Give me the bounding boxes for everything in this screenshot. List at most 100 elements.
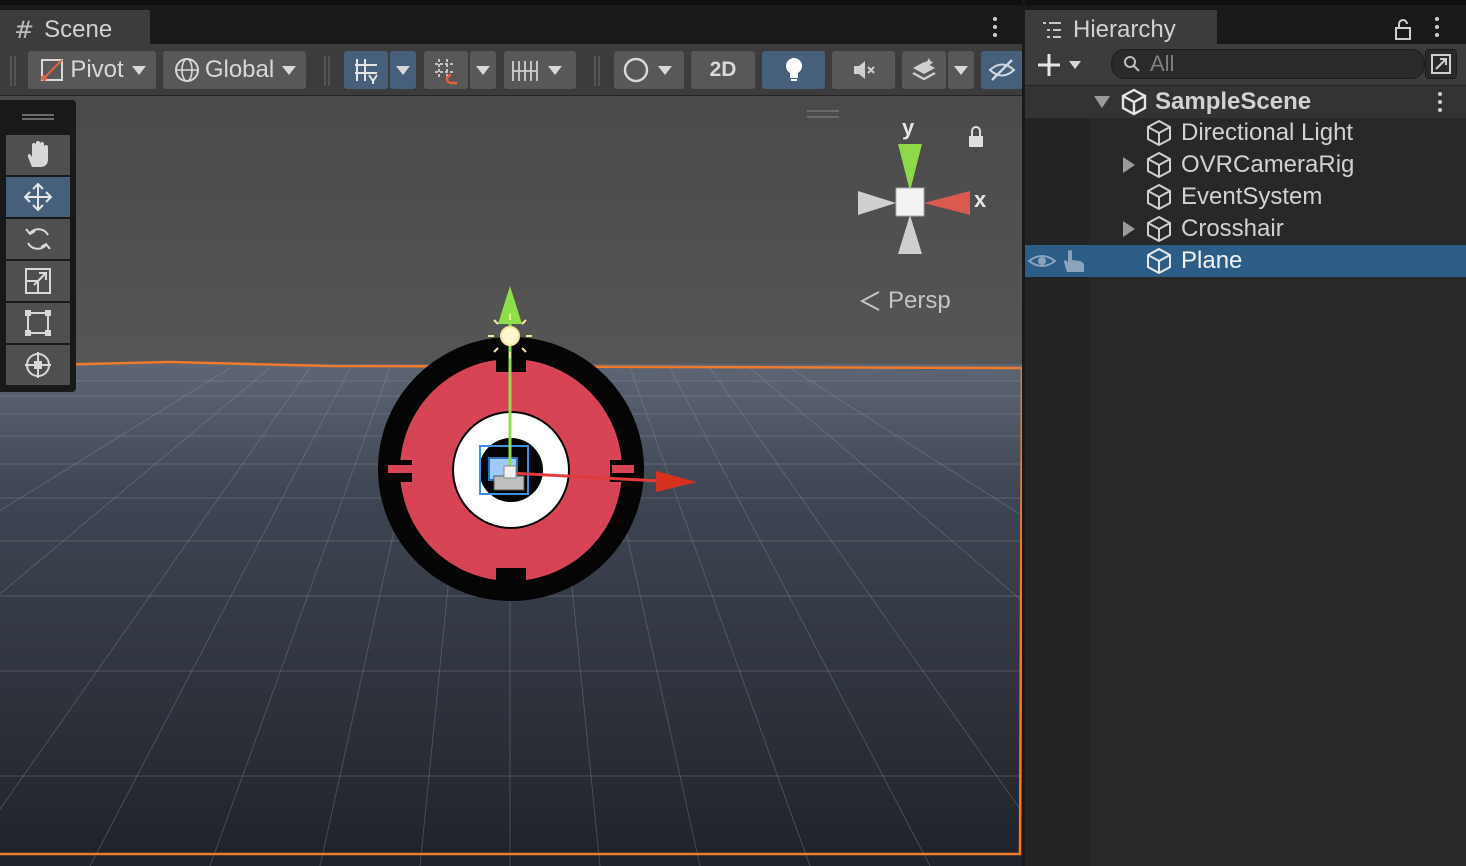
hierarchy-item-label: EventSystem [1181, 183, 1323, 210]
unity-editor: # Scene Pivot Global 2D y x Persp Hierar… [0, 0, 1466, 866]
grid-snap-icon [355, 59, 378, 84]
search-input[interactable] [1150, 51, 1390, 77]
chevron-down-icon [1069, 61, 1081, 69]
hierarchy-tree: SampleScene Directional Light OVRCameraR… [1025, 86, 1466, 866]
scene-name-label: SampleScene [1155, 88, 1312, 115]
lighting-toggle[interactable] [762, 51, 825, 89]
layers-effects-icon [912, 58, 936, 81]
gameobject-cube-icon [1147, 119, 1171, 147]
transform-tool-button[interactable] [6, 345, 70, 385]
plus-icon [1038, 54, 1060, 76]
scene-panel: # Scene Pivot Global 2D y x Persp [0, 0, 1022, 866]
chevron-down-icon [396, 65, 410, 75]
gameobject-cube-icon [1147, 215, 1171, 243]
chevron-down-icon [954, 65, 968, 75]
scene-root-row[interactable]: SampleScene [1025, 86, 1466, 118]
chevron-down-icon [476, 65, 490, 75]
expand-arrow-icon[interactable] [1123, 221, 1135, 237]
grid-hash-icon: # [14, 15, 35, 44]
chevron-down-icon [658, 65, 672, 75]
scene-tabbar: # Scene [0, 0, 1022, 49]
toolbar-grip [594, 56, 600, 86]
pivot-icon [41, 59, 64, 81]
global-dropdown[interactable]: Global [163, 51, 306, 89]
tab-hierarchy-label: Hierarchy [1073, 15, 1176, 43]
eye-hidden-icon [988, 59, 1015, 81]
tools-overlay [0, 100, 76, 392]
transform-icon [25, 352, 51, 378]
grid-snap-toggle[interactable] [344, 51, 388, 89]
tools-overlay-handle[interactable] [22, 114, 54, 120]
move-tool-button[interactable] [6, 177, 70, 217]
scale-tool-button[interactable] [6, 261, 70, 301]
scene-viewport[interactable] [0, 96, 1022, 866]
shading-sphere-icon [623, 57, 649, 83]
increment-snap-toggle[interactable] [424, 51, 468, 89]
scene-canvas [0, 96, 1022, 866]
shading-mode-dropdown[interactable] [614, 51, 684, 89]
increment-snap-dropdown[interactable] [470, 51, 496, 89]
effects-toggle[interactable] [902, 51, 946, 89]
pivot-dropdown[interactable]: Pivot [28, 51, 156, 89]
hierarchy-item-label: Plane [1181, 247, 1243, 274]
hierarchy-item-label: OVRCameraRig [1181, 151, 1355, 178]
hand-icon [27, 141, 48, 167]
search-options-button[interactable] [1425, 49, 1457, 79]
ruler-icon [512, 61, 538, 81]
audio-toggle[interactable] [832, 51, 895, 89]
hierarchy-panel: Hierarchy All SampleScene Directional Li… [1025, 0, 1466, 866]
rotate-tool-button[interactable] [6, 219, 70, 259]
chevron-down-icon [548, 65, 562, 75]
hierarchy-more-menu-icon[interactable] [1427, 13, 1447, 41]
hierarchy-tabbar: Hierarchy [1025, 0, 1466, 49]
visibility-eye-icon[interactable] [1027, 251, 1057, 271]
effects-dropdown[interactable] [948, 51, 974, 89]
scene-row-menu-icon[interactable] [1430, 88, 1450, 116]
hierarchy-search[interactable] [1111, 49, 1425, 79]
scene-visibility-toggle[interactable] [981, 51, 1022, 89]
rect-transform-icon [25, 310, 51, 336]
hierarchy-item[interactable]: OVRCameraRig [1025, 149, 1466, 181]
projection-label[interactable]: Persp [860, 287, 951, 315]
scene-toolbar: Pivot Global 2D [0, 44, 1022, 96]
hierarchy-item-selected[interactable]: Plane [1025, 245, 1466, 277]
grid-snap-dropdown[interactable] [390, 51, 416, 89]
toolbar-grip [324, 56, 330, 86]
scale-icon [25, 268, 51, 294]
unity-scene-icon [1121, 88, 1147, 116]
rect-tool-button[interactable] [6, 303, 70, 343]
hierarchy-item-label: Directional Light [1181, 119, 1354, 146]
increment-snap-icon [435, 59, 457, 85]
create-dropdown-button[interactable] [1035, 49, 1091, 81]
toolbar-grip [10, 56, 16, 86]
globe-icon [174, 58, 199, 82]
hierarchy-item-label: Crosshair [1181, 215, 1284, 242]
pickable-hand-icon[interactable] [1061, 248, 1087, 274]
hierarchy-item[interactable]: EventSystem [1025, 181, 1466, 213]
gizmo-x-label: x [974, 187, 987, 212]
scene-more-menu-icon[interactable] [985, 13, 1005, 41]
pivot-label: Pivot [70, 56, 124, 83]
expand-arrow-icon[interactable] [1094, 96, 1110, 108]
lock-icon[interactable] [1393, 17, 1413, 41]
hierarchy-item[interactable]: Crosshair [1025, 213, 1466, 245]
hand-tool-button[interactable] [6, 135, 70, 175]
move-arrows-icon [23, 182, 53, 212]
chevron-down-icon [282, 65, 297, 75]
toggle-2d-button[interactable]: 2D [691, 51, 755, 89]
rotate-icon [25, 228, 51, 250]
hierarchy-toolbar [1025, 44, 1466, 86]
tab-scene-label: Scene [44, 15, 113, 43]
gameobject-cube-icon [1147, 183, 1171, 211]
expand-square-icon [1431, 54, 1451, 74]
search-icon [1124, 56, 1140, 72]
chevron-down-icon [131, 65, 146, 75]
gameobject-cube-icon [1147, 151, 1171, 179]
audio-muted-icon [853, 61, 875, 79]
expand-arrow-icon[interactable] [1123, 157, 1135, 173]
global-label: Global [204, 56, 275, 83]
gizmo-y-label: y [902, 115, 915, 140]
hierarchy-item[interactable]: Directional Light [1025, 117, 1466, 149]
list-tree-icon [1043, 21, 1061, 38]
ruler-snap-dropdown[interactable] [504, 51, 576, 89]
